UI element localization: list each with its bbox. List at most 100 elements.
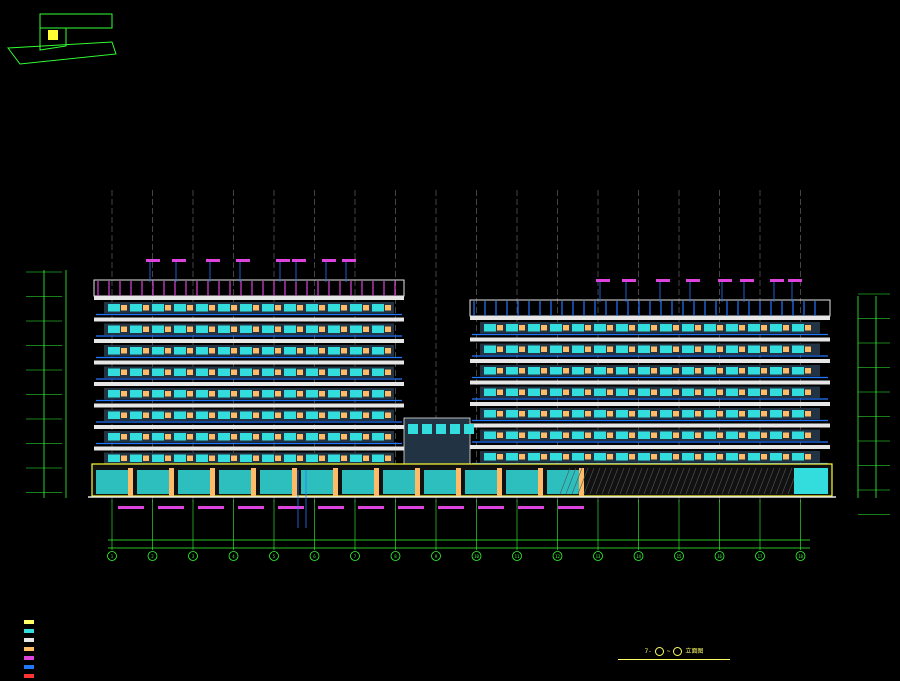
right-block-panel <box>783 432 789 438</box>
legend-item <box>24 663 38 671</box>
key-plan-block <box>39 13 113 29</box>
left-block-panel <box>231 391 237 397</box>
right-block-window <box>704 431 716 439</box>
axis-circle-icon <box>673 647 683 656</box>
left-block-panel <box>121 326 127 332</box>
left-block-window <box>284 347 296 355</box>
left-block-window <box>306 411 318 419</box>
right-block-window <box>660 324 672 332</box>
legend-swatch <box>24 638 34 642</box>
right-block-panel <box>805 346 811 352</box>
left-block-panel <box>143 391 149 397</box>
left-block-panel <box>341 348 347 354</box>
right-block-panel <box>541 432 547 438</box>
left-block-panel <box>341 305 347 311</box>
right-block-panel <box>805 325 811 331</box>
right-block-panel <box>717 325 723 331</box>
left-block-slab <box>94 446 404 451</box>
left-block-panel <box>363 305 369 311</box>
right-block-window <box>660 388 672 396</box>
right-block-window <box>550 388 562 396</box>
right-block-window <box>726 431 738 439</box>
left-block-window <box>152 347 164 355</box>
right-block-window <box>748 324 760 332</box>
right-block-window <box>594 367 606 375</box>
right-block-panel <box>761 389 767 395</box>
left-block-panel <box>165 348 171 354</box>
left-block-panel <box>231 455 237 461</box>
right-block-window <box>550 410 562 418</box>
title-prefix: 7- <box>644 648 652 655</box>
connector-window <box>422 424 432 434</box>
right-block-window <box>572 410 584 418</box>
right-block-panel <box>519 432 525 438</box>
left-block-panel <box>275 348 281 354</box>
right-block-window <box>726 324 738 332</box>
room-label-tag <box>398 506 424 509</box>
left-block-panel <box>253 455 259 461</box>
left-block-window <box>262 368 274 376</box>
right-block-panel <box>563 411 569 417</box>
right-block-panel <box>695 454 701 460</box>
room-label-tag <box>198 506 224 509</box>
legend-swatch <box>24 665 34 669</box>
axis-label: 2 <box>151 554 154 559</box>
left-block-panel <box>319 326 325 332</box>
left-block-panel <box>209 305 215 311</box>
right-block-panel <box>783 346 789 352</box>
right-block-window <box>770 388 782 396</box>
left-block-panel <box>275 412 281 418</box>
left-block-panel <box>319 305 325 311</box>
right-block-panel <box>629 368 635 374</box>
left-block-panel <box>253 305 259 311</box>
right-block-panel <box>761 368 767 374</box>
right-block-window <box>506 410 518 418</box>
left-block-panel <box>385 305 391 311</box>
legend-item <box>24 645 38 653</box>
right-block-window <box>550 367 562 375</box>
left-block-window <box>108 368 120 376</box>
left-block-window <box>130 411 142 419</box>
drawing-title: 7- ~ 立面图 <box>618 645 730 660</box>
left-block-panel <box>165 391 171 397</box>
right-block-window <box>748 410 760 418</box>
right-block-window <box>704 324 716 332</box>
right-block-panel <box>695 346 701 352</box>
right-block-panel <box>541 368 547 374</box>
right-block-panel <box>563 454 569 460</box>
left-block-window <box>196 454 208 462</box>
right-block-panel <box>717 411 723 417</box>
left-block-window <box>196 304 208 312</box>
shopfront-glass <box>137 470 169 494</box>
left-block-panel <box>121 434 127 440</box>
left-roof-parapet <box>93 279 405 297</box>
shopfront-glass <box>506 470 538 494</box>
ground-column <box>538 468 543 496</box>
drawing-legend <box>24 618 38 681</box>
left-block-window <box>328 411 340 419</box>
right-block-panel <box>629 432 635 438</box>
right-block-window <box>792 388 804 396</box>
right-block-window <box>660 431 672 439</box>
right-block-panel <box>629 411 635 417</box>
left-block-window <box>284 411 296 419</box>
shopfront-glass <box>383 470 415 494</box>
left-block-panel <box>121 455 127 461</box>
left-block-panel <box>231 305 237 311</box>
shopfront-glass <box>260 470 292 494</box>
room-label-tag <box>318 506 344 509</box>
right-block-window <box>704 367 716 375</box>
left-block-window <box>372 325 384 333</box>
left-block-panel <box>143 348 149 354</box>
left-block-panel <box>319 348 325 354</box>
right-block-panel <box>607 432 613 438</box>
right-block-window <box>660 453 672 461</box>
ground-column <box>456 468 461 496</box>
right-block-window <box>484 388 496 396</box>
right-block-window <box>572 324 584 332</box>
right-block-window <box>616 388 628 396</box>
right-block-panel <box>651 346 657 352</box>
left-block-panel <box>385 455 391 461</box>
right-block-window <box>682 410 694 418</box>
left-block-window <box>372 411 384 419</box>
